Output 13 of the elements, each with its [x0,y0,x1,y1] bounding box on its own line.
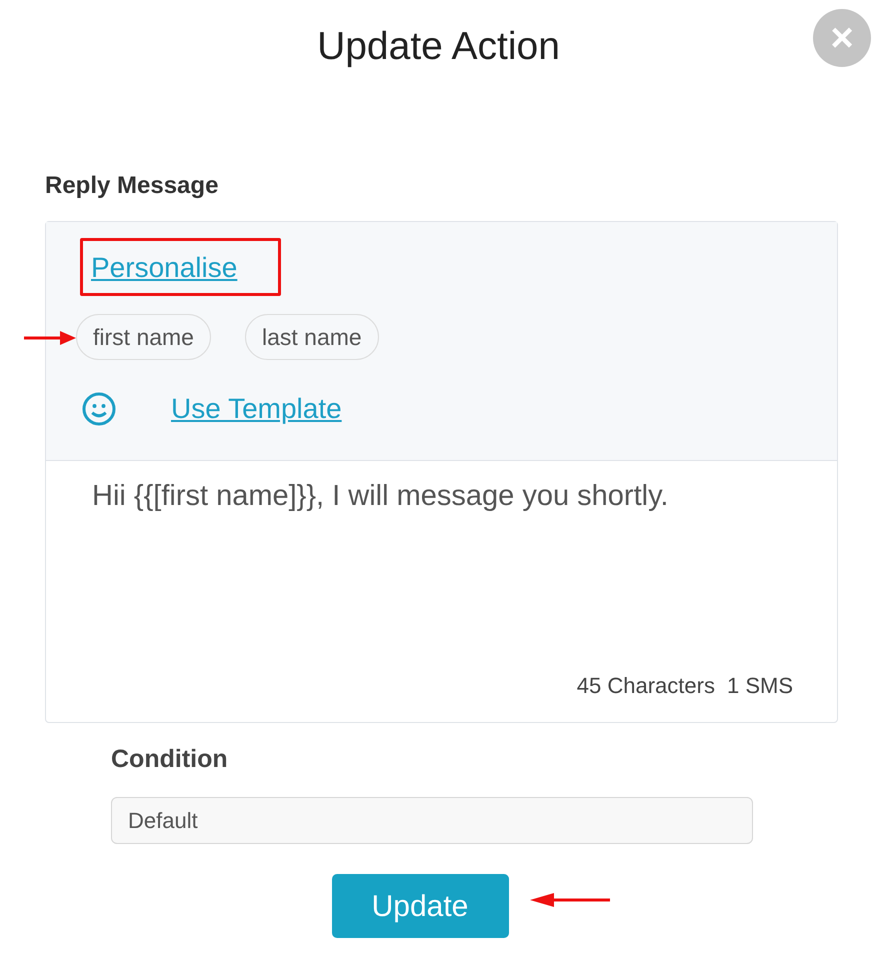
message-field[interactable]: Hii {{[first name]}}, I will message you shortly. 45 Characters 1 SMS [46,461,837,722]
field-label: Condition [111,744,229,775]
condition-field[interactable]: Default [111,797,753,844]
tag-chip[interactable]: last name [244,314,379,360]
dialog-title: Update Action [317,24,560,70]
sms-count: 1 SMS [726,672,793,700]
arrow-icon [530,892,612,908]
field-label: Reply Message [45,171,220,201]
message-text: Hii {{[first name]}}, I will message you shortly. [92,479,670,514]
smiley-icon[interactable] [81,391,117,427]
arrow-icon [24,330,76,346]
character-count: 45 Characters [576,672,715,700]
tag-chip[interactable]: first name [76,314,211,360]
